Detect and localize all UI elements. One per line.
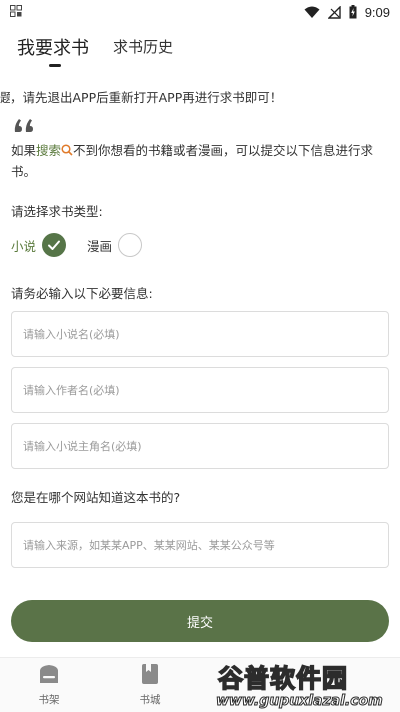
intro-text: 如果搜索 不到你想看的书籍或者漫画，可以提交以下信息进行求书。 [11,140,389,182]
search-icon [61,144,73,156]
nav-item-bookstore[interactable]: 书城 [120,662,180,710]
tab-bar: 我要求书 求书历史 [0,30,400,70]
active-tab-indicator [49,64,61,67]
required-section-label: 请务必输入以下必要信息: [11,286,153,301]
protagonist-name-field [11,423,389,469]
notice-text: ，请先退出APP后重新打开APP再进行求书即可！ [10,90,283,105]
type-option-comic-label: 漫画 [87,238,113,254]
nav-item-bookshelf[interactable]: 书架 [19,662,79,710]
novel-name-field [11,311,389,357]
status-bar: 9:09 [0,0,400,24]
watermark-title: 谷普软件园 [217,663,349,694]
watermark-url: www.gupuxlazal.com [216,693,384,710]
type-section-label: 请选择求书类型: [11,204,103,219]
novel-radio-checked[interactable] [42,233,67,257]
notice-clipped-lead: 题 [0,90,10,105]
type-option-novel-label: 小说 [11,238,37,254]
novel-name-input[interactable] [12,312,388,356]
nav-bookstore-label: 书城 [139,694,161,706]
type-option-comic[interactable]: 漫画 [87,231,143,259]
tab-request-history[interactable]: 求书历史 [113,36,173,57]
type-option-novel[interactable]: 小说 [11,231,67,259]
quote-icon [14,119,33,132]
site-watermark: 谷普软件园 www.gupuxlazal.com [216,657,394,712]
book-icon [142,664,158,684]
app-grid-icon [10,5,22,17]
signal-icon [327,5,341,19]
source-section-label: 您是在哪个网站知道这本书的? [11,490,181,505]
source-field [11,522,389,568]
submit-button[interactable]: 提交 [11,600,389,642]
tab-request-book[interactable]: 我要求书 [17,34,89,60]
check-icon [48,240,61,250]
bookshelf-icon [40,665,58,683]
wifi-icon [304,6,320,18]
notice-marquee: 题，请先退出APP后重新打开APP再进行求书即可！ [0,87,400,106]
battery-charging-icon [349,5,357,19]
author-name-field [11,367,389,413]
intro-search-word: 搜索 [36,143,62,158]
comic-radio-unchecked[interactable] [118,233,143,257]
nav-bookshelf-label: 书架 [38,694,60,706]
protagonist-name-input[interactable] [12,424,388,468]
source-input[interactable] [12,523,388,567]
status-time: 9:09 [364,4,390,20]
intro-prefix: 如果 [11,143,37,158]
author-name-input[interactable] [12,368,388,412]
